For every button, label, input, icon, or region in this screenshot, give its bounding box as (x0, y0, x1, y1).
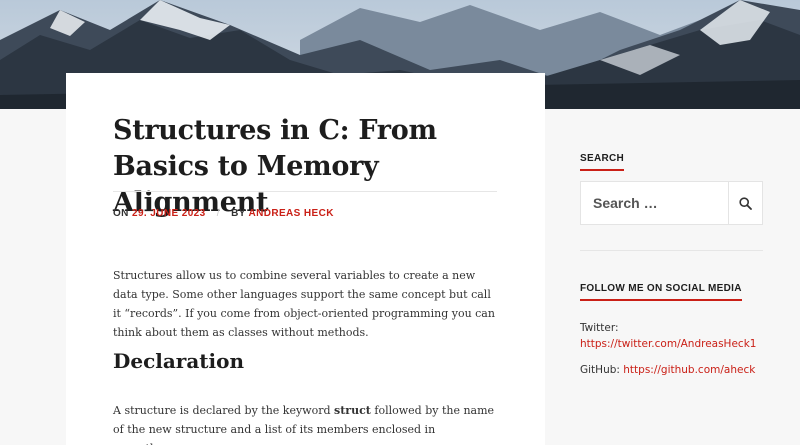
search-form (580, 181, 763, 225)
author-link[interactable]: ANDREAS HECK (248, 208, 333, 219)
github-link[interactable]: https://github.com/aheck (623, 364, 755, 376)
search-icon (739, 196, 752, 210)
search-widget-heading: SEARCH (580, 153, 625, 171)
declaration-paragraph: A structure is declared by the keyword s… (113, 401, 498, 445)
sidebar-divider (580, 250, 763, 251)
meta-on-label: ON (113, 208, 129, 219)
post-date-link[interactable]: 29. JUNE 2023 (132, 208, 206, 219)
meta-by-label: BY (231, 208, 246, 219)
article-card: Structures in C: From Basics to Memory A… (66, 73, 545, 445)
struct-keyword: struct (334, 404, 371, 417)
search-input[interactable] (581, 182, 728, 224)
para-text-before: A structure is declared by the keyword (113, 404, 335, 417)
title-divider (113, 191, 497, 192)
github-entry: GitHub: https://github.com/aheck (580, 362, 780, 378)
search-button[interactable] (728, 182, 762, 224)
article-title: Structures in C: From Basics to Memory A… (113, 115, 437, 218)
twitter-link[interactable]: https://twitter.com/AndreasHeck1 (580, 338, 756, 350)
meta-separator: / (216, 208, 220, 219)
social-widget-heading: FOLLOW ME ON SOCIAL MEDIA (580, 283, 742, 301)
twitter-label: Twitter: (580, 322, 619, 334)
post-meta: ON 29. JUNE 2023 / BY ANDREAS HECK (113, 208, 334, 222)
github-label: GitHub: (580, 364, 620, 376)
intro-paragraph: Structures allow us to combine several v… (113, 269, 495, 339)
twitter-entry: Twitter: https://twitter.com/AndreasHeck… (580, 320, 780, 352)
section-heading: Declaration (113, 349, 245, 373)
